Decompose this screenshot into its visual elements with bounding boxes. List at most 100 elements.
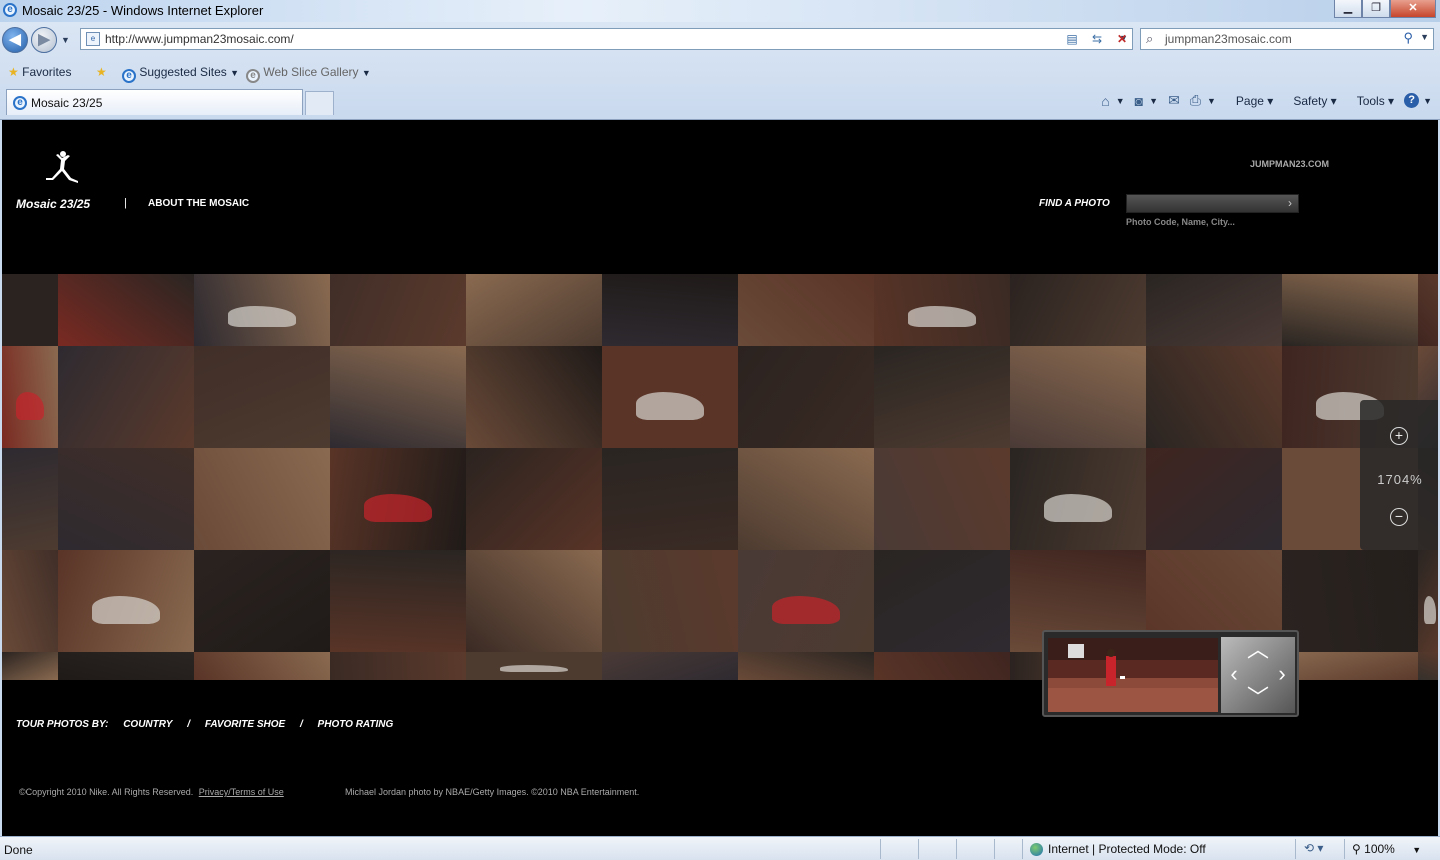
zoom-level-button[interactable]: ⚲ 100% ▼ [1352,842,1421,856]
pan-up-button[interactable]: ︿ [1247,639,1269,661]
chevron-down-icon[interactable]: ▼ [1423,96,1432,106]
tour-favorite-shoe-link[interactable]: FAVORITE SHOE [205,719,285,730]
mosaic-navigator[interactable]: ︿ ‹ › ﹀ [1042,630,1299,717]
suggested-sites-button[interactable]: e Suggested Sites ▼ [122,65,239,83]
mosaic-photo-tile[interactable] [602,448,738,550]
mosaic-photo-tile[interactable] [738,448,874,550]
close-window-button[interactable]: ✕ [1390,0,1436,18]
mosaic-photo-tile[interactable] [602,274,738,346]
mosaic-photo-tile[interactable] [58,346,194,448]
protected-mode-icon[interactable]: ⟲ ▾ [1304,841,1323,855]
mosaic-photo-tile[interactable] [738,550,874,652]
add-favorites-icon[interactable]: ★ [96,65,107,79]
mosaic-photo-tile[interactable] [2,550,58,652]
mosaic-photo-tile[interactable] [58,550,194,652]
compatibility-view-icon[interactable]: ▤ [1062,29,1082,49]
zoom-out-button[interactable]: − [1390,508,1408,526]
print-icon[interactable]: ⎙ [1190,92,1201,109]
search-go-icon[interactable]: ⚲ [1403,30,1413,46]
privacy-link[interactable]: Privacy/Terms of Use [199,787,284,797]
photo-mosaic[interactable] [2,274,1438,680]
page-menu[interactable]: Page ▾ [1226,94,1273,108]
navigator-thumbnail[interactable] [1048,638,1218,712]
mosaic-photo-tile[interactable] [466,550,602,652]
mosaic-photo-tile[interactable] [466,652,602,680]
search-box[interactable]: ⌕ jumpman23mosaic.com ⚲ ▼ [1140,28,1434,50]
mosaic-photo-tile[interactable] [874,274,1010,346]
mosaic-photo-tile[interactable] [330,346,466,448]
mosaic-photo-tile[interactable] [738,274,874,346]
tab-mosaic[interactable]: e Mosaic 23/25 [6,89,303,115]
tools-menu[interactable]: Tools ▾ [1347,94,1394,108]
stop-icon[interactable]: ✕ [1112,29,1132,49]
mosaic-photo-tile[interactable] [2,346,58,448]
mosaic-photo-tile[interactable] [602,550,738,652]
minimize-button[interactable]: ▁ [1334,0,1362,18]
recent-pages-dropdown-icon[interactable]: ▼ [61,35,70,45]
mosaic-photo-tile[interactable] [330,550,466,652]
mosaic-photo-tile[interactable] [1418,652,1438,680]
about-link[interactable]: ABOUT THE MOSAIC [148,198,249,209]
favorites-button[interactable]: ★ Favorites [8,65,71,79]
mosaic-photo-tile[interactable] [1146,448,1282,550]
tour-photo-rating-link[interactable]: PHOTO RATING [318,719,394,730]
mosaic-photo-tile[interactable] [1146,274,1282,346]
mosaic-photo-tile[interactable] [1010,274,1146,346]
mosaic-photo-tile[interactable] [874,550,1010,652]
mosaic-photo-tile[interactable] [330,652,466,680]
mosaic-photo-tile[interactable] [2,652,58,680]
mosaic-photo-tile[interactable] [874,448,1010,550]
mosaic-photo-tile[interactable] [194,346,330,448]
mosaic-photo-tile[interactable] [874,346,1010,448]
mosaic-photo-tile[interactable] [466,346,602,448]
forward-button[interactable]: ▶ [31,27,57,53]
refresh-icon[interactable]: ⇆ [1087,29,1107,49]
mosaic-photo-tile[interactable] [1282,274,1418,346]
mosaic-photo-tile[interactable] [1010,346,1146,448]
zoom-in-button[interactable]: + [1390,427,1408,445]
mosaic-photo-tile[interactable] [194,652,330,680]
mosaic-photo-tile[interactable] [1146,346,1282,448]
mosaic-photo-tile[interactable] [2,274,58,346]
home-icon[interactable]: ⌂ [1101,93,1109,109]
help-icon[interactable]: ? [1404,93,1420,108]
tour-country-link[interactable]: COUNTRY [123,719,172,730]
mosaic-photo-tile[interactable] [874,652,1010,680]
mosaic-photo-tile[interactable] [1010,448,1146,550]
maximize-button[interactable]: ❐ [1362,0,1390,18]
jumpman-logo-icon[interactable] [42,150,82,186]
back-button[interactable]: ◀ [2,27,28,53]
mosaic-photo-tile[interactable] [466,274,602,346]
feeds-icon[interactable]: ◙ [1135,93,1143,109]
safety-menu[interactable]: Safety ▾ [1283,94,1336,108]
mosaic-photo-tile[interactable] [738,652,874,680]
mosaic-photo-tile[interactable] [1418,550,1438,652]
address-bar[interactable]: e http://www.jumpman23mosaic.com/ ▼ [80,28,1133,50]
find-go-icon[interactable]: › [1288,196,1292,210]
chevron-down-icon[interactable]: ▼ [1207,96,1216,106]
mosaic-photo-tile[interactable] [1282,652,1418,680]
pan-right-button[interactable]: › [1271,663,1293,685]
web-slice-gallery-button[interactable]: e Web Slice Gallery ▼ [246,65,371,83]
chevron-down-icon[interactable]: ▼ [1116,96,1125,106]
mosaic-photo-tile[interactable] [466,448,602,550]
find-photo-input[interactable]: › [1126,194,1299,213]
site-title[interactable]: Mosaic 23/25 [16,197,90,211]
mail-icon[interactable]: ✉ [1168,92,1180,109]
search-input[interactable]: jumpman23mosaic.com [1165,32,1292,46]
mosaic-photo-tile[interactable] [194,448,330,550]
mosaic-photo-tile[interactable] [58,652,194,680]
search-dropdown-icon[interactable]: ▼ [1420,32,1429,42]
mosaic-photo-tile[interactable] [58,448,194,550]
mosaic-photo-tile[interactable] [1282,550,1418,652]
jumpman23-link[interactable]: JUMPMAN23.COM [1250,159,1329,169]
mosaic-photo-tile[interactable] [194,274,330,346]
mosaic-photo-tile[interactable] [738,346,874,448]
mosaic-photo-tile[interactable] [330,448,466,550]
mosaic-photo-tile[interactable] [2,448,58,550]
mosaic-photo-tile[interactable] [602,346,738,448]
pan-left-button[interactable]: ‹ [1223,663,1245,685]
new-tab-button[interactable] [305,91,334,115]
security-zone[interactable]: Internet | Protected Mode: Off [1030,842,1206,856]
mosaic-photo-tile[interactable] [58,274,194,346]
